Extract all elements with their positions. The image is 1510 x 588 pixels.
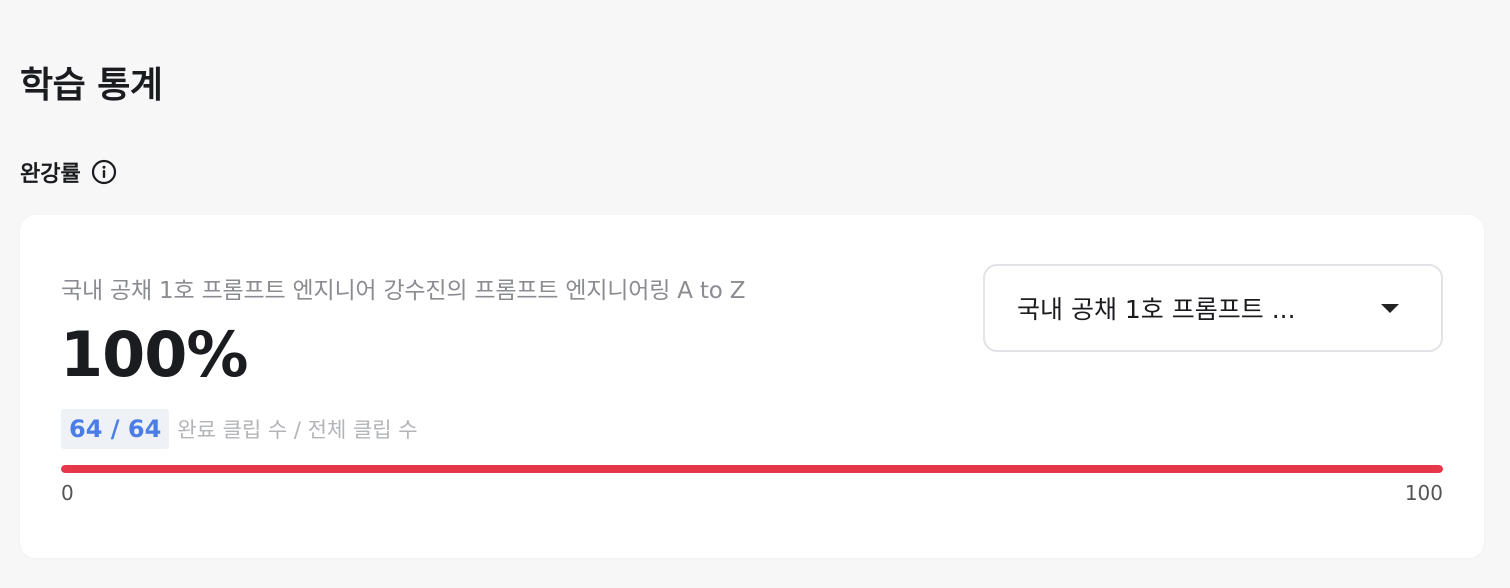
completion-card: 국내 공채 1호 프롬프트 엔지니어 강수진의 프롬프트 엔지니어링 A to … xyxy=(20,215,1484,558)
course-select-dropdown[interactable]: 국내 공채 1호 프롬프트 ... xyxy=(983,264,1443,352)
clip-count-badge: 64 / 64 xyxy=(61,409,170,449)
course-name: 국내 공채 1호 프롬프트 엔지니어 강수진의 프롬프트 엔지니어링 A to … xyxy=(61,278,746,304)
clip-count-description: 완료 클립 수 / 전체 클립 수 xyxy=(177,418,418,442)
progress-max-label: 100 xyxy=(1404,481,1443,505)
completion-progress-bar xyxy=(61,465,1443,473)
learning-stats-page: 학습 통계 완강률 국내 공채 1호 프롬프트 엔지니어 강수진의 프롬프트 엔… xyxy=(0,0,1510,588)
page-title: 학습 통계 xyxy=(20,65,163,106)
course-select-value: 국내 공채 1호 프롬프트 ... xyxy=(1017,295,1296,324)
clip-count-row: 64 / 64 완료 클립 수 / 전체 클립 수 xyxy=(61,409,418,449)
completion-progress-fill xyxy=(61,465,1443,473)
completion-rate-header: 완강률 xyxy=(20,156,117,188)
progress-min-label: 0 xyxy=(61,481,74,505)
caret-down-icon xyxy=(1381,303,1399,313)
section-title: 완강률 xyxy=(20,162,81,187)
info-circle-icon[interactable] xyxy=(91,159,117,185)
completion-rate-value: 100% xyxy=(60,318,249,391)
